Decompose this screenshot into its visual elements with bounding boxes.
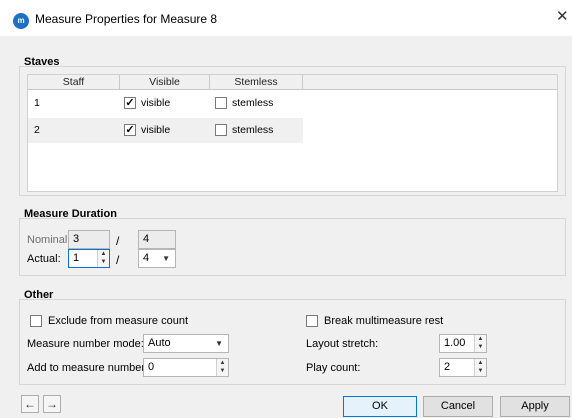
nominal-label: Nominal:	[27, 234, 71, 246]
table-row[interactable]: 2 visible stemless	[28, 118, 303, 143]
spin-arrows-icon[interactable]: ▲ ▼	[216, 359, 228, 376]
arrow-left-icon[interactable]: ←	[21, 395, 39, 413]
break-multimeasure-rest-label: Break multimeasure rest	[324, 315, 444, 327]
nominal-denominator-field: 4	[138, 230, 176, 249]
exclude-from-count-label: Exclude from measure count	[48, 315, 189, 327]
visible-checkbox[interactable]	[124, 97, 136, 109]
close-icon[interactable]: ✕	[556, 9, 569, 25]
visible-label: visible	[141, 124, 171, 136]
exclude-from-count-checkbox[interactable]	[30, 315, 42, 327]
actual-label: Actual:	[27, 253, 61, 265]
title-bar: m Measure Properties for Measure 8 ✕	[0, 0, 572, 36]
arrow-right-icon[interactable]: →	[43, 395, 61, 413]
add-to-measure-number-stepper[interactable]: 0 ▲ ▼	[143, 358, 229, 377]
measure-number-mode-value: Auto	[148, 337, 171, 349]
add-to-measure-number-label: Add to measure number:	[27, 362, 149, 374]
spin-arrows-icon[interactable]: ▲ ▼	[97, 250, 109, 267]
stemless-label: stemless	[232, 124, 274, 136]
table-row[interactable]: 1 visible stemless	[28, 91, 303, 116]
chevron-down-icon: ▼	[162, 254, 170, 263]
column-header-stemless[interactable]: Stemless	[210, 75, 303, 90]
staves-table: Staff Visible Stemless 1 visible stemles…	[27, 74, 558, 192]
window-title: Measure Properties for Measure 8	[35, 12, 218, 26]
layout-stretch-label: Layout stretch:	[306, 338, 379, 350]
cancel-button[interactable]: Cancel	[423, 396, 493, 417]
stemless-label: stemless	[232, 97, 274, 109]
nominal-slash: /	[116, 234, 120, 248]
staff-number: 1	[34, 97, 40, 109]
visible-label: visible	[141, 97, 171, 109]
play-count-stepper[interactable]: 2 ▲ ▼	[439, 358, 487, 377]
stemless-checkbox[interactable]	[215, 97, 227, 109]
actual-denominator-value: 4	[143, 252, 150, 264]
actual-numerator-stepper[interactable]: 1 ▲ ▼	[68, 249, 110, 268]
apply-button[interactable]: Apply	[500, 396, 570, 417]
play-count-label: Play count:	[306, 362, 361, 374]
visible-checkbox[interactable]	[124, 124, 136, 136]
staff-number: 2	[34, 124, 40, 136]
musescore-app-icon: m	[13, 13, 29, 29]
break-multimeasure-rest-checkbox[interactable]	[306, 315, 318, 327]
column-header-staff[interactable]: Staff	[28, 75, 120, 90]
layout-stretch-value: 1.00	[444, 337, 466, 349]
actual-denominator-select[interactable]: 4 ▼	[138, 249, 176, 268]
layout-stretch-stepper[interactable]: 1.00 ▲ ▼	[439, 334, 487, 353]
measure-number-mode-label: Measure number mode:	[27, 338, 144, 350]
staves-table-header: Staff Visible Stemless	[28, 75, 557, 90]
actual-slash: /	[116, 253, 120, 267]
measure-number-mode-select[interactable]: Auto ▼	[143, 334, 229, 353]
nominal-numerator-field: 3	[68, 230, 110, 249]
add-to-measure-number-value: 0	[148, 361, 155, 373]
ok-button[interactable]: OK	[343, 396, 417, 417]
column-header-visible[interactable]: Visible	[120, 75, 210, 90]
actual-numerator-value: 1	[73, 252, 80, 264]
play-count-value: 2	[444, 361, 451, 373]
stemless-checkbox[interactable]	[215, 124, 227, 136]
spin-arrows-icon[interactable]: ▲ ▼	[474, 335, 486, 352]
chevron-down-icon: ▼	[215, 339, 223, 348]
spin-arrows-icon[interactable]: ▲ ▼	[474, 359, 486, 376]
